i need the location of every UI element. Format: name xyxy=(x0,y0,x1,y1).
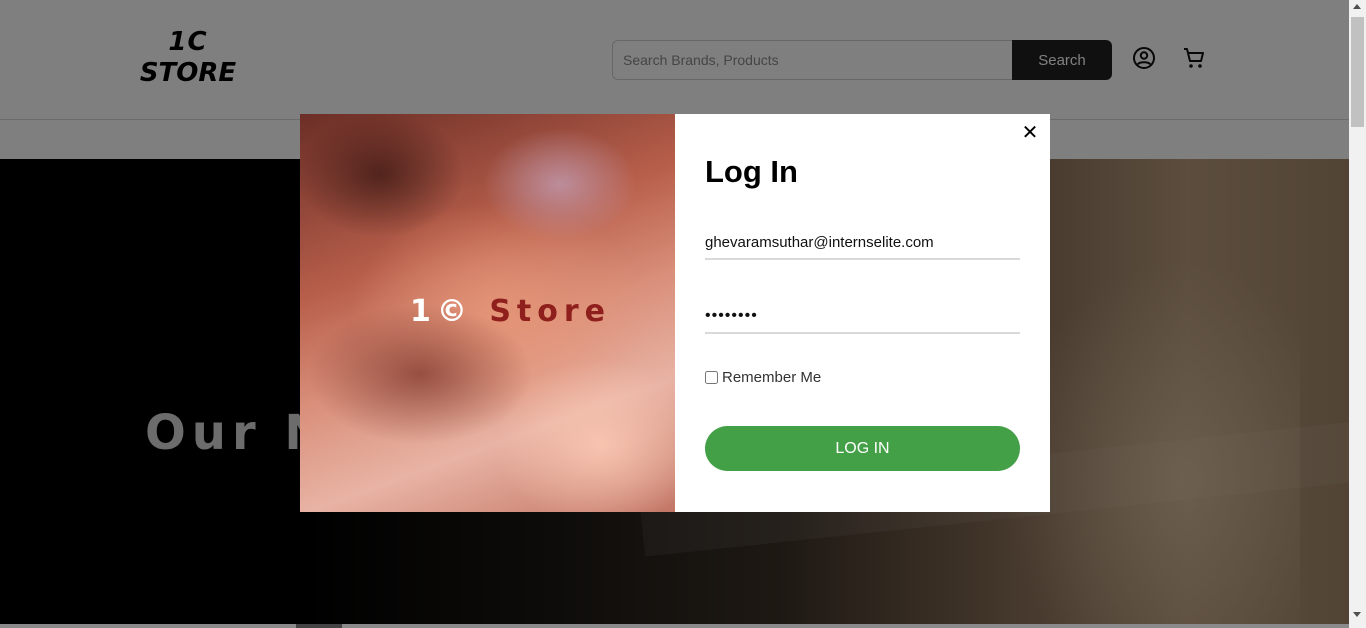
email-field[interactable] xyxy=(705,226,1020,260)
scroll-thumb[interactable] xyxy=(1351,17,1364,127)
modal-cloud-image: 1© Store xyxy=(300,114,675,512)
modal-brand-part-2: Store xyxy=(489,294,612,329)
modal-brand-part-1: 1© xyxy=(410,294,473,329)
login-title: Log In xyxy=(705,154,798,189)
login-form: ✕ Log In Remember Me LOG IN xyxy=(675,114,1050,512)
horizontal-scroll-track[interactable] xyxy=(0,624,1349,628)
password-field[interactable] xyxy=(705,300,1020,334)
remember-me-label: Remember Me xyxy=(722,369,822,386)
remember-me[interactable]: Remember Me xyxy=(705,369,821,386)
close-icon[interactable]: ✕ xyxy=(1020,122,1040,142)
login-button[interactable]: LOG IN xyxy=(705,426,1020,471)
login-modal: 1© Store ✕ Log In Remember Me LOG IN xyxy=(300,114,1050,512)
modal-brand: 1© Store xyxy=(410,294,611,329)
remember-me-checkbox[interactable] xyxy=(705,371,718,384)
horizontal-scroll-thumb[interactable] xyxy=(296,624,342,628)
vertical-scrollbar[interactable] xyxy=(1349,0,1366,628)
scroll-up-arrow-icon[interactable] xyxy=(1353,4,1361,9)
scroll-down-arrow-icon[interactable] xyxy=(1353,612,1361,617)
